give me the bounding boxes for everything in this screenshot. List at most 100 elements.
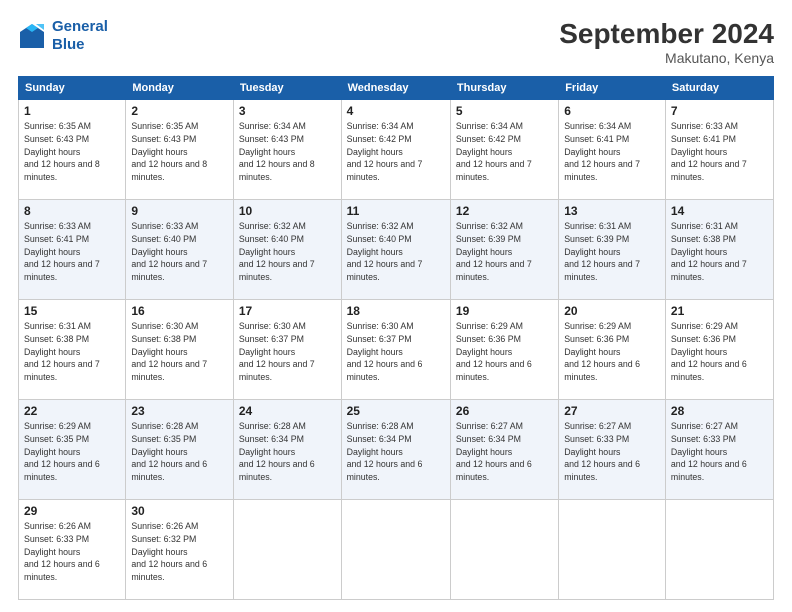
day-number: 14 xyxy=(671,204,768,218)
table-row: 13 Sunrise: 6:31 AM Sunset: 6:39 PM Dayl… xyxy=(559,200,666,300)
day-number: 24 xyxy=(239,404,336,418)
col-saturday: Saturday xyxy=(665,77,773,100)
table-row: 24 Sunrise: 6:28 AM Sunset: 6:34 PM Dayl… xyxy=(233,400,341,500)
day-number: 12 xyxy=(456,204,553,218)
table-row: 2 Sunrise: 6:35 AM Sunset: 6:43 PM Dayli… xyxy=(126,100,234,200)
table-row: 7 Sunrise: 6:33 AM Sunset: 6:41 PM Dayli… xyxy=(665,100,773,200)
day-info: Sunrise: 6:30 AM Sunset: 6:38 PM Dayligh… xyxy=(131,320,228,384)
table-row: 20 Sunrise: 6:29 AM Sunset: 6:36 PM Dayl… xyxy=(559,300,666,400)
day-number: 11 xyxy=(347,204,445,218)
day-info: Sunrise: 6:34 AM Sunset: 6:42 PM Dayligh… xyxy=(456,120,553,184)
table-row: 8 Sunrise: 6:33 AM Sunset: 6:41 PM Dayli… xyxy=(19,200,126,300)
day-info: Sunrise: 6:27 AM Sunset: 6:34 PM Dayligh… xyxy=(456,420,553,484)
logo-icon xyxy=(18,22,46,50)
day-info: Sunrise: 6:33 AM Sunset: 6:41 PM Dayligh… xyxy=(671,120,768,184)
table-row: 11 Sunrise: 6:32 AM Sunset: 6:40 PM Dayl… xyxy=(341,200,450,300)
day-number: 3 xyxy=(239,104,336,118)
header: GeneralBlue September 2024 Makutano, Ken… xyxy=(18,18,774,66)
table-row: 14 Sunrise: 6:31 AM Sunset: 6:38 PM Dayl… xyxy=(665,200,773,300)
table-row: 21 Sunrise: 6:29 AM Sunset: 6:36 PM Dayl… xyxy=(665,300,773,400)
table-row xyxy=(450,500,558,600)
table-row xyxy=(233,500,341,600)
day-info: Sunrise: 6:32 AM Sunset: 6:40 PM Dayligh… xyxy=(239,220,336,284)
day-info: Sunrise: 6:28 AM Sunset: 6:34 PM Dayligh… xyxy=(239,420,336,484)
day-info: Sunrise: 6:30 AM Sunset: 6:37 PM Dayligh… xyxy=(347,320,445,384)
table-row: 19 Sunrise: 6:29 AM Sunset: 6:36 PM Dayl… xyxy=(450,300,558,400)
title-block: September 2024 Makutano, Kenya xyxy=(559,18,774,66)
table-row: 9 Sunrise: 6:33 AM Sunset: 6:40 PM Dayli… xyxy=(126,200,234,300)
day-number: 25 xyxy=(347,404,445,418)
table-row: 1 Sunrise: 6:35 AM Sunset: 6:43 PM Dayli… xyxy=(19,100,126,200)
day-info: Sunrise: 6:26 AM Sunset: 6:32 PM Dayligh… xyxy=(131,520,228,584)
day-number: 8 xyxy=(24,204,120,218)
col-tuesday: Tuesday xyxy=(233,77,341,100)
day-info: Sunrise: 6:34 AM Sunset: 6:41 PM Dayligh… xyxy=(564,120,660,184)
day-info: Sunrise: 6:27 AM Sunset: 6:33 PM Dayligh… xyxy=(564,420,660,484)
day-number: 10 xyxy=(239,204,336,218)
day-number: 26 xyxy=(456,404,553,418)
col-sunday: Sunday xyxy=(19,77,126,100)
calendar-table: Sunday Monday Tuesday Wednesday Thursday… xyxy=(18,76,774,600)
day-info: Sunrise: 6:26 AM Sunset: 6:33 PM Dayligh… xyxy=(24,520,120,584)
table-row: 28 Sunrise: 6:27 AM Sunset: 6:33 PM Dayl… xyxy=(665,400,773,500)
table-row: 25 Sunrise: 6:28 AM Sunset: 6:34 PM Dayl… xyxy=(341,400,450,500)
day-number: 15 xyxy=(24,304,120,318)
table-row: 26 Sunrise: 6:27 AM Sunset: 6:34 PM Dayl… xyxy=(450,400,558,500)
table-row: 12 Sunrise: 6:32 AM Sunset: 6:39 PM Dayl… xyxy=(450,200,558,300)
day-info: Sunrise: 6:34 AM Sunset: 6:43 PM Dayligh… xyxy=(239,120,336,184)
table-row: 16 Sunrise: 6:30 AM Sunset: 6:38 PM Dayl… xyxy=(126,300,234,400)
day-number: 9 xyxy=(131,204,228,218)
day-number: 28 xyxy=(671,404,768,418)
table-row: 29 Sunrise: 6:26 AM Sunset: 6:33 PM Dayl… xyxy=(19,500,126,600)
day-info: Sunrise: 6:30 AM Sunset: 6:37 PM Dayligh… xyxy=(239,320,336,384)
calendar-header-row: Sunday Monday Tuesday Wednesday Thursday… xyxy=(19,77,774,100)
table-row: 30 Sunrise: 6:26 AM Sunset: 6:32 PM Dayl… xyxy=(126,500,234,600)
day-info: Sunrise: 6:28 AM Sunset: 6:35 PM Dayligh… xyxy=(131,420,228,484)
day-info: Sunrise: 6:32 AM Sunset: 6:39 PM Dayligh… xyxy=(456,220,553,284)
col-wednesday: Wednesday xyxy=(341,77,450,100)
day-info: Sunrise: 6:29 AM Sunset: 6:36 PM Dayligh… xyxy=(564,320,660,384)
day-number: 19 xyxy=(456,304,553,318)
table-row: 18 Sunrise: 6:30 AM Sunset: 6:37 PM Dayl… xyxy=(341,300,450,400)
table-row xyxy=(559,500,666,600)
day-number: 2 xyxy=(131,104,228,118)
col-thursday: Thursday xyxy=(450,77,558,100)
day-number: 16 xyxy=(131,304,228,318)
day-number: 22 xyxy=(24,404,120,418)
day-number: 30 xyxy=(131,504,228,518)
location: Makutano, Kenya xyxy=(559,50,774,66)
day-info: Sunrise: 6:34 AM Sunset: 6:42 PM Dayligh… xyxy=(347,120,445,184)
day-number: 18 xyxy=(347,304,445,318)
day-info: Sunrise: 6:31 AM Sunset: 6:39 PM Dayligh… xyxy=(564,220,660,284)
day-info: Sunrise: 6:27 AM Sunset: 6:33 PM Dayligh… xyxy=(671,420,768,484)
page: GeneralBlue September 2024 Makutano, Ken… xyxy=(0,0,792,612)
day-info: Sunrise: 6:35 AM Sunset: 6:43 PM Dayligh… xyxy=(131,120,228,184)
logo-text: GeneralBlue xyxy=(52,18,108,54)
table-row xyxy=(341,500,450,600)
day-info: Sunrise: 6:29 AM Sunset: 6:35 PM Dayligh… xyxy=(24,420,120,484)
table-row: 17 Sunrise: 6:30 AM Sunset: 6:37 PM Dayl… xyxy=(233,300,341,400)
table-row: 15 Sunrise: 6:31 AM Sunset: 6:38 PM Dayl… xyxy=(19,300,126,400)
day-info: Sunrise: 6:33 AM Sunset: 6:41 PM Dayligh… xyxy=(24,220,120,284)
day-number: 5 xyxy=(456,104,553,118)
day-number: 4 xyxy=(347,104,445,118)
table-row: 3 Sunrise: 6:34 AM Sunset: 6:43 PM Dayli… xyxy=(233,100,341,200)
col-friday: Friday xyxy=(559,77,666,100)
day-info: Sunrise: 6:28 AM Sunset: 6:34 PM Dayligh… xyxy=(347,420,445,484)
day-number: 29 xyxy=(24,504,120,518)
table-row: 6 Sunrise: 6:34 AM Sunset: 6:41 PM Dayli… xyxy=(559,100,666,200)
day-info: Sunrise: 6:35 AM Sunset: 6:43 PM Dayligh… xyxy=(24,120,120,184)
day-info: Sunrise: 6:31 AM Sunset: 6:38 PM Dayligh… xyxy=(671,220,768,284)
table-row xyxy=(665,500,773,600)
day-number: 17 xyxy=(239,304,336,318)
table-row: 27 Sunrise: 6:27 AM Sunset: 6:33 PM Dayl… xyxy=(559,400,666,500)
day-info: Sunrise: 6:31 AM Sunset: 6:38 PM Dayligh… xyxy=(24,320,120,384)
day-number: 13 xyxy=(564,204,660,218)
table-row: 23 Sunrise: 6:28 AM Sunset: 6:35 PM Dayl… xyxy=(126,400,234,500)
table-row: 5 Sunrise: 6:34 AM Sunset: 6:42 PM Dayli… xyxy=(450,100,558,200)
logo: GeneralBlue xyxy=(18,18,108,54)
month-title: September 2024 xyxy=(559,18,774,50)
col-monday: Monday xyxy=(126,77,234,100)
day-number: 23 xyxy=(131,404,228,418)
day-number: 21 xyxy=(671,304,768,318)
